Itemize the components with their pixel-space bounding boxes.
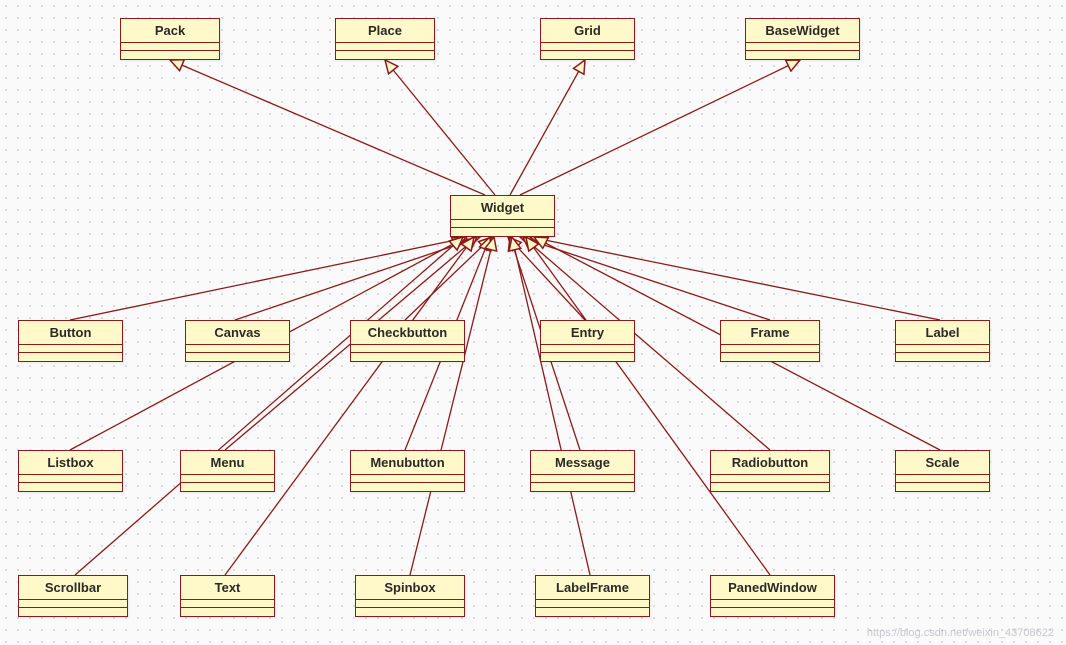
class-name: Canvas xyxy=(186,321,289,345)
class-attrs xyxy=(19,475,122,483)
class-attrs xyxy=(451,220,554,228)
class-name: LabelFrame xyxy=(536,576,649,600)
class-name: Entry xyxy=(541,321,634,345)
class-ops xyxy=(896,483,989,491)
class-ops xyxy=(711,483,829,491)
class-attrs xyxy=(711,475,829,483)
class-attrs xyxy=(541,43,634,51)
class-ops xyxy=(531,483,634,491)
class-attrs xyxy=(181,475,274,483)
class-name: Menubutton xyxy=(351,451,464,475)
class-ops xyxy=(721,353,819,361)
watermark: https://blog.csdn.net/weixin_43708622 xyxy=(867,627,1054,639)
class-attrs xyxy=(721,345,819,353)
class-attrs xyxy=(356,600,464,608)
class-attrs xyxy=(186,345,289,353)
class-attrs xyxy=(19,600,127,608)
class-spinbox[interactable]: Spinbox xyxy=(355,575,465,617)
class-attrs xyxy=(536,600,649,608)
class-attrs xyxy=(181,600,274,608)
class-attrs xyxy=(746,43,859,51)
class-ops xyxy=(451,228,554,236)
class-attrs xyxy=(351,475,464,483)
class-attrs xyxy=(531,475,634,483)
class-ops xyxy=(336,51,434,59)
class-ops xyxy=(746,51,859,59)
class-ops xyxy=(541,51,634,59)
class-text[interactable]: Text xyxy=(180,575,275,617)
class-ops xyxy=(19,608,127,616)
class-name: Listbox xyxy=(19,451,122,475)
class-name: Checkbutton xyxy=(351,321,464,345)
class-label[interactable]: Label xyxy=(895,320,990,362)
class-ops xyxy=(19,353,122,361)
class-ops xyxy=(181,608,274,616)
class-pack[interactable]: Pack xyxy=(120,18,220,60)
class-attrs xyxy=(121,43,219,51)
class-attrs xyxy=(711,600,834,608)
class-name: Radiobutton xyxy=(711,451,829,475)
class-attrs xyxy=(19,345,122,353)
class-basewidget[interactable]: BaseWidget xyxy=(745,18,860,60)
class-checkbutton[interactable]: Checkbutton xyxy=(350,320,465,362)
class-ops xyxy=(121,51,219,59)
class-scrollbar[interactable]: Scrollbar xyxy=(18,575,128,617)
class-button[interactable]: Button xyxy=(18,320,123,362)
class-listbox[interactable]: Listbox xyxy=(18,450,123,492)
class-ops xyxy=(356,608,464,616)
class-name: PanedWindow xyxy=(711,576,834,600)
class-name: Label xyxy=(896,321,989,345)
class-ops xyxy=(351,353,464,361)
class-name: Widget xyxy=(451,196,554,220)
class-entry[interactable]: Entry xyxy=(540,320,635,362)
class-name: Scale xyxy=(896,451,989,475)
class-attrs xyxy=(896,475,989,483)
class-ops xyxy=(351,483,464,491)
class-scale[interactable]: Scale xyxy=(895,450,990,492)
class-radiobutton[interactable]: Radiobutton xyxy=(710,450,830,492)
class-frame[interactable]: Frame xyxy=(720,320,820,362)
class-attrs xyxy=(336,43,434,51)
class-ops xyxy=(19,483,122,491)
class-ops xyxy=(896,353,989,361)
class-attrs xyxy=(896,345,989,353)
class-name: Grid xyxy=(541,19,634,43)
class-name: Message xyxy=(531,451,634,475)
class-ops xyxy=(711,608,834,616)
class-name: Pack xyxy=(121,19,219,43)
class-message[interactable]: Message xyxy=(530,450,635,492)
class-name: Place xyxy=(336,19,434,43)
class-canvas[interactable]: Canvas xyxy=(185,320,290,362)
class-name: Menu xyxy=(181,451,274,475)
class-ops xyxy=(181,483,274,491)
class-labelframe[interactable]: LabelFrame xyxy=(535,575,650,617)
class-ops xyxy=(536,608,649,616)
class-name: Text xyxy=(181,576,274,600)
class-name: Button xyxy=(19,321,122,345)
class-name: Spinbox xyxy=(356,576,464,600)
class-panedwindow[interactable]: PanedWindow xyxy=(710,575,835,617)
class-name: BaseWidget xyxy=(746,19,859,43)
class-ops xyxy=(541,353,634,361)
class-menu[interactable]: Menu xyxy=(180,450,275,492)
class-attrs xyxy=(351,345,464,353)
class-widget[interactable]: Widget xyxy=(450,195,555,237)
class-ops xyxy=(186,353,289,361)
class-name: Scrollbar xyxy=(19,576,127,600)
class-name: Frame xyxy=(721,321,819,345)
class-place[interactable]: Place xyxy=(335,18,435,60)
class-attrs xyxy=(541,345,634,353)
class-grid[interactable]: Grid xyxy=(540,18,635,60)
class-menubutton[interactable]: Menubutton xyxy=(350,450,465,492)
